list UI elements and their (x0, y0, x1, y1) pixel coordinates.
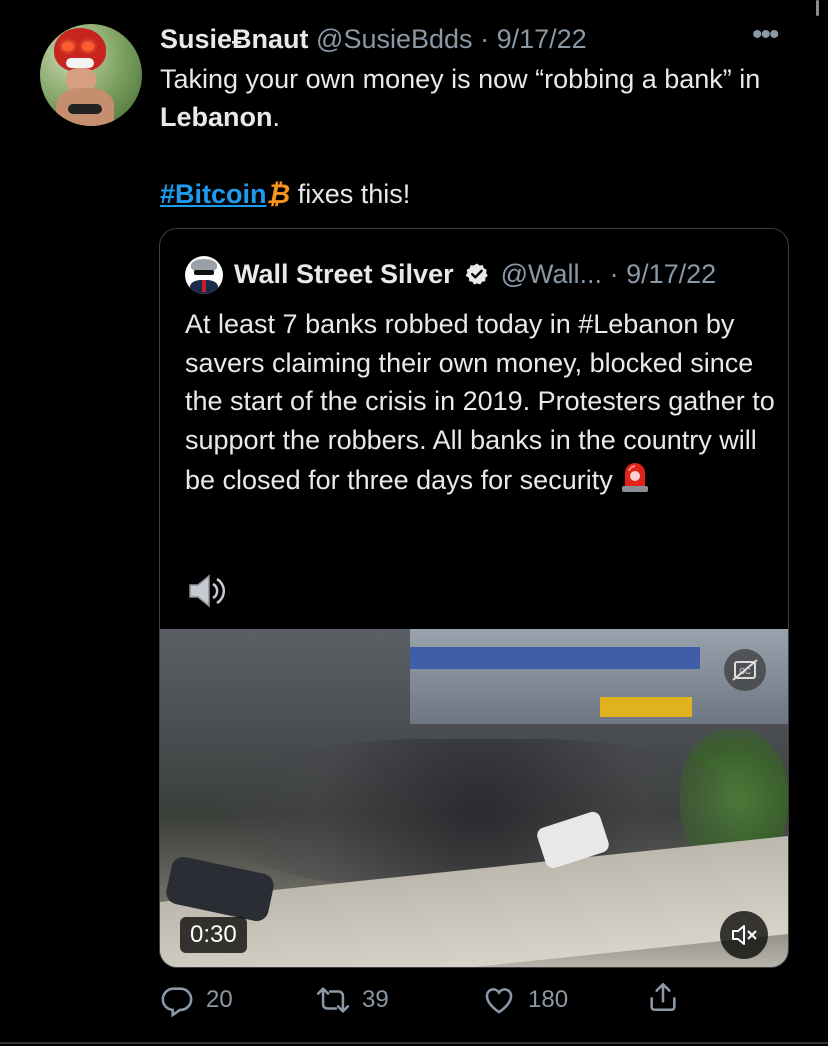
speaker-emoji-icon (189, 574, 226, 608)
more-options-icon[interactable]: ••• (752, 20, 779, 50)
author-name[interactable]: SusieɃnaut (160, 24, 309, 54)
muted-speaker-icon[interactable] (720, 911, 768, 959)
quote-author-handle[interactable]: @Wall... (501, 259, 602, 289)
svg-text:CC: CC (739, 667, 751, 676)
tweet-header: SusieɃnaut @SusieBdds · 9/17/22 (160, 22, 587, 56)
tweet-text-bold: Lebanon (160, 102, 273, 132)
like-count: 180 (528, 986, 569, 1013)
quote-header: Wall Street Silver @Wall... · 9/17/22 (234, 257, 716, 291)
scrollbar[interactable] (816, 0, 819, 16)
like-button[interactable]: 180 (482, 980, 568, 1020)
verified-badge-icon (465, 263, 488, 285)
quote-date[interactable]: 9/17/22 (626, 259, 716, 289)
retweet-button[interactable]: 39 (316, 980, 389, 1020)
tweet-date[interactable]: 9/17/22 (497, 24, 587, 54)
tweet-text-end: fixes this! (290, 179, 411, 209)
quoted-tweet[interactable]: Wall Street Silver @Wall... · 9/17/22 At… (159, 228, 789, 968)
heart-icon (485, 988, 513, 1014)
closed-captions-off-icon[interactable]: CC (724, 649, 766, 691)
tweet-text-part2: . (272, 102, 281, 132)
bitcoin-hashtag-link[interactable]: #Bitcoin (160, 179, 267, 209)
reply-icon (161, 987, 193, 1017)
share-button[interactable] (646, 980, 680, 1014)
retweet-count: 39 (362, 986, 389, 1013)
tweet-actions: 20 39 180 (0, 980, 828, 1024)
tweet-text-line2: #Bitcoin₿ fixes this! (160, 175, 410, 213)
quote-text-body: At least 7 banks robbed today in #Lebano… (185, 309, 775, 495)
quote-video[interactable]: CC 0:30 (160, 629, 788, 967)
divider (0, 1042, 828, 1044)
reply-count: 20 (206, 986, 233, 1013)
quote-author-avatar[interactable] (185, 256, 223, 294)
rotating-light-emoji-icon (622, 463, 649, 492)
quote-author-name[interactable]: Wall Street Silver (234, 259, 454, 289)
tweet-text-part1: Taking your own money is now “robbing a … (160, 64, 761, 94)
bitcoin-symbol-icon: ₿ (266, 179, 291, 209)
retweet-icon (316, 987, 350, 1013)
tweet-text: Taking your own money is now “robbing a … (160, 60, 770, 136)
share-icon (650, 982, 676, 1012)
separator-dot: · (480, 24, 490, 54)
quote-text: At least 7 banks robbed today in #Lebano… (185, 305, 775, 500)
quote-separator-dot: · (609, 259, 619, 289)
video-duration: 0:30 (180, 917, 247, 953)
author-avatar[interactable] (40, 24, 142, 126)
author-handle[interactable]: @SusieBdds (316, 24, 473, 54)
reply-button[interactable]: 20 (160, 980, 233, 1020)
